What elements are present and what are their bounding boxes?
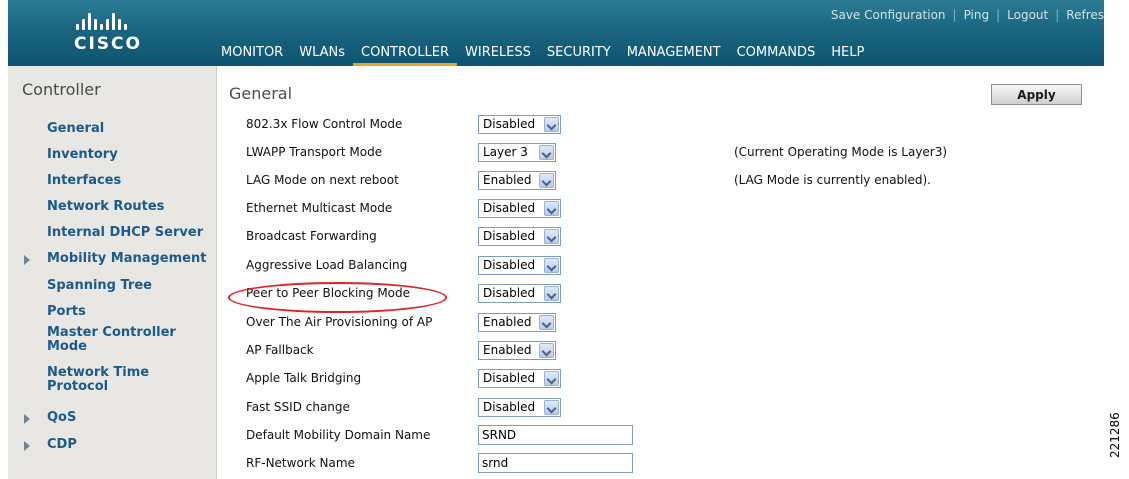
figure-id-label: 221286: [1108, 412, 1122, 458]
refresh-link[interactable]: Refres: [1066, 8, 1104, 22]
chevron-down-icon[interactable]: [539, 315, 554, 330]
page-title: General: [229, 84, 293, 103]
sidebar-item-label: Inventory: [47, 147, 118, 162]
sidebar-item-label: Interfaces: [47, 173, 122, 188]
lwapp-mode-note: (Current Operating Mode is Layer3): [734, 145, 948, 159]
chevron-down-icon[interactable]: [544, 371, 559, 386]
sidebar-item-label: Spanning Tree: [47, 278, 152, 293]
select-value: Enabled: [483, 315, 532, 329]
apple-talk-bridging-select[interactable]: Disabled: [478, 369, 561, 388]
select-value: Enabled: [483, 173, 532, 187]
select-value: Disabled: [483, 258, 536, 272]
nav-security[interactable]: SECURITY: [539, 43, 619, 66]
flow-control-mode-label: 802.3x Flow Control Mode: [246, 117, 403, 131]
ota-provisioning-select[interactable]: Enabled: [478, 313, 556, 332]
select-value: Disabled: [483, 117, 536, 131]
utility-links: Save Configuration | Ping | Logout | Refres: [831, 8, 1104, 22]
lwapp-transport-mode-select[interactable]: Layer 3: [478, 143, 556, 162]
logout-link[interactable]: Logout: [1007, 8, 1048, 22]
lag-mode-note: (LAG Mode is currently enabled).: [734, 173, 931, 187]
nav-monitor[interactable]: MONITOR: [213, 43, 291, 66]
chevron-down-icon[interactable]: [544, 229, 559, 244]
ota-provisioning-label: Over The Air Provisioning of AP: [246, 315, 433, 329]
fast-ssid-change-select[interactable]: Disabled: [478, 398, 561, 417]
header-bar: CISCO Save Configuration | Ping | Logout | Ref…: [8, 0, 1104, 66]
nav-wlans[interactable]: WLANs: [291, 43, 353, 66]
default-mobility-domain-label: Default Mobility Domain Name: [246, 428, 431, 442]
aggressive-load-balancing-label: Aggressive Load Balancing: [246, 258, 408, 272]
nav-help[interactable]: HELP: [823, 43, 872, 66]
triangle-right-icon[interactable]: [24, 441, 30, 451]
sidebar-item-label: General: [47, 121, 105, 136]
nav-commands[interactable]: COMMANDS: [729, 43, 824, 66]
apple-talk-bridging-label: Apple Talk Bridging: [246, 371, 362, 385]
highlight-ellipse: [228, 282, 447, 313]
app-frame: CISCO Save Configuration | Ping | Logout | Ref…: [8, 0, 1104, 479]
sidebar-item-label: Network Routes: [47, 199, 165, 214]
chevron-down-icon[interactable]: [544, 258, 559, 273]
top-navigation: MONITOR WLANs CONTROLLER WIRELESS SECURI…: [213, 43, 872, 66]
lag-mode-select[interactable]: Enabled: [478, 171, 556, 190]
ap-fallback-select[interactable]: Enabled: [478, 341, 556, 360]
sidebar: Controller General Inventory Interfaces …: [8, 66, 217, 479]
chevron-down-icon[interactable]: [544, 400, 559, 415]
ap-fallback-label: AP Fallback: [246, 343, 314, 357]
select-value: Disabled: [483, 371, 536, 385]
aggressive-load-balancing-select[interactable]: Disabled: [478, 256, 561, 275]
select-value: Enabled: [483, 343, 532, 357]
link-separator: |: [952, 8, 957, 22]
logo-wordmark: CISCO: [74, 34, 142, 54]
sidebar-item-label: CDP: [47, 437, 77, 452]
rf-network-name-input[interactable]: [478, 453, 633, 473]
sidebar-item-label: Internal DHCP Server: [47, 225, 204, 240]
chevron-down-icon[interactable]: [544, 117, 559, 132]
broadcast-forwarding-select[interactable]: Disabled: [478, 227, 561, 246]
main-content: General Apply 802.3x Flow Control Mode D…: [218, 66, 1104, 479]
lwapp-transport-mode-label: LWAPP Transport Mode: [246, 145, 383, 159]
select-value: Disabled: [483, 229, 536, 243]
nav-management[interactable]: MANAGEMENT: [619, 43, 729, 66]
link-separator: |: [1055, 8, 1060, 22]
chevron-down-icon[interactable]: [539, 173, 554, 188]
select-value: Disabled: [483, 286, 536, 300]
chevron-down-icon[interactable]: [539, 343, 554, 358]
triangle-right-icon[interactable]: [24, 255, 30, 265]
broadcast-forwarding-label: Broadcast Forwarding: [246, 229, 377, 243]
nav-controller[interactable]: CONTROLLER: [353, 43, 457, 66]
save-configuration-link[interactable]: Save Configuration: [831, 8, 946, 22]
select-value: Disabled: [483, 400, 536, 414]
triangle-right-icon[interactable]: [24, 414, 30, 424]
sidebar-item-label: QoS: [47, 410, 77, 425]
nav-wireless[interactable]: WIRELESS: [457, 43, 539, 66]
cisco-logo: CISCO: [56, 10, 156, 60]
lag-mode-label: LAG Mode on next reboot: [246, 173, 399, 187]
ethernet-multicast-mode-select[interactable]: Disabled: [478, 199, 561, 218]
ethernet-multicast-mode-label: Ethernet Multicast Mode: [246, 201, 393, 215]
apply-button[interactable]: Apply: [991, 84, 1082, 105]
sidebar-item-label: Mobility Management: [47, 251, 207, 266]
sidebar-item-label: Master Controller Mode: [47, 325, 176, 354]
sidebar-item-label: Ports: [47, 304, 86, 319]
select-value: Disabled: [483, 201, 536, 215]
fast-ssid-change-label: Fast SSID change: [246, 400, 350, 414]
chevron-down-icon[interactable]: [544, 286, 559, 301]
sidebar-title: Controller: [22, 80, 101, 99]
select-value: Layer 3: [483, 145, 528, 159]
rf-network-name-label: RF-Network Name: [246, 456, 355, 470]
chevron-down-icon[interactable]: [544, 201, 559, 216]
default-mobility-domain-input[interactable]: [478, 425, 633, 445]
sidebar-item-label: Network Time Protocol: [47, 365, 150, 394]
cisco-bridge-logo-icon: [76, 10, 156, 30]
flow-control-mode-select[interactable]: Disabled: [478, 115, 561, 134]
chevron-down-icon[interactable]: [539, 145, 554, 160]
link-separator: |: [996, 8, 1001, 22]
ping-link[interactable]: Ping: [964, 8, 990, 22]
peer-to-peer-blocking-select[interactable]: Disabled: [478, 284, 561, 303]
